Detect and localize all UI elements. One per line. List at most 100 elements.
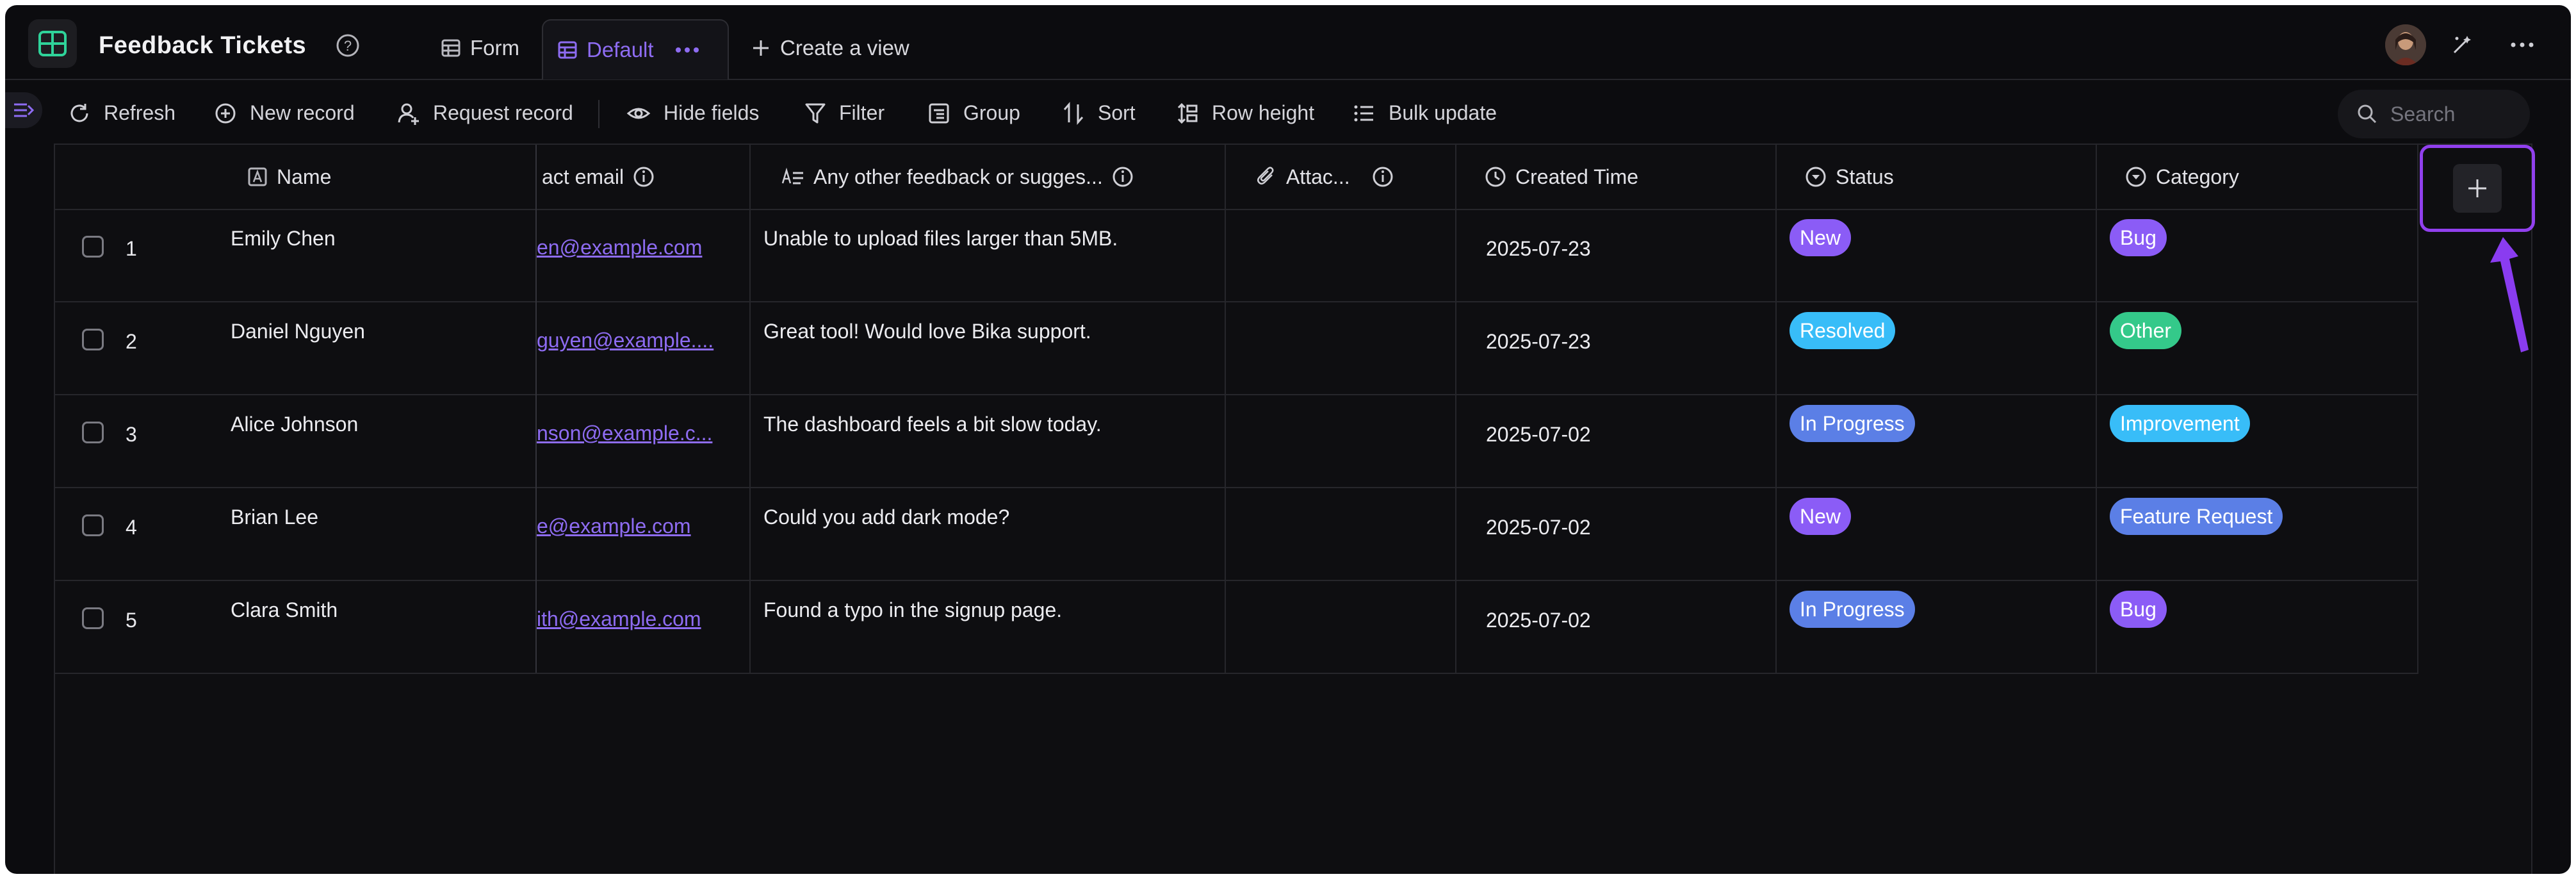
row-divider	[55, 673, 2418, 674]
status-badge[interactable]: New	[1789, 498, 1852, 535]
category-badge[interactable]: Bug	[2110, 219, 2167, 256]
sidebar-toggle-button[interactable]	[5, 92, 42, 128]
cell-created-time[interactable]: 2025-07-02	[1486, 516, 1591, 539]
row-checkbox[interactable]	[82, 329, 104, 350]
new-record-label: New record	[250, 101, 355, 124]
help-circle-icon[interactable]: ?	[336, 33, 360, 61]
pointer-arrow-icon	[2490, 237, 2529, 352]
cell-email-link[interactable]: nson@example.c...	[537, 422, 712, 445]
data-grid: Name act email Any other feedback or sug…	[54, 144, 2532, 874]
filter-label: Filter	[839, 101, 885, 124]
tab-default[interactable]: Default	[542, 19, 729, 79]
hide-fields-label: Hide fields	[664, 101, 760, 124]
search-input[interactable]: Search	[2338, 90, 2530, 138]
cell-name[interactable]: Brian Lee	[231, 505, 318, 529]
row-checkbox[interactable]	[82, 236, 104, 258]
cell-name[interactable]: Daniel Nguyen	[231, 320, 365, 343]
category-badge[interactable]: Feature Request	[2110, 498, 2283, 535]
column-header-status[interactable]: Status	[1805, 145, 1894, 209]
more-options-icon[interactable]	[2509, 33, 2535, 60]
group-button[interactable]: Group	[927, 101, 1020, 125]
cell-name[interactable]: Emily Chen	[231, 227, 336, 251]
category-badge[interactable]: Bug	[2110, 591, 2167, 628]
column-header-email[interactable]: act email	[542, 145, 655, 209]
status-badge[interactable]: New	[1789, 219, 1852, 256]
row-checkbox[interactable]	[82, 514, 104, 536]
row-number: 4	[126, 516, 137, 539]
row-checkbox[interactable]	[82, 422, 104, 443]
cell-feedback[interactable]: Unable to upload files larger than 5MB.	[763, 227, 1118, 251]
cell-created-time[interactable]: 2025-07-02	[1486, 609, 1591, 632]
paperclip-icon	[1257, 167, 1274, 185]
row-height-button[interactable]: Row height	[1176, 101, 1314, 125]
new-record-button[interactable]: New record	[214, 101, 355, 125]
row-number: 1	[126, 237, 137, 260]
status-badge[interactable]: In Progress	[1789, 405, 1915, 442]
status-badge[interactable]: Resolved	[1789, 312, 1896, 349]
cell-name[interactable]: Alice Johnson	[231, 413, 358, 436]
refresh-label: Refresh	[104, 101, 176, 124]
create-view-label: Create a view	[780, 36, 909, 60]
tab-form-label: Form	[470, 36, 519, 60]
row-divider	[55, 394, 2418, 395]
create-view-button[interactable]: Create a view	[751, 36, 909, 60]
magic-wand-icon[interactable]	[2450, 33, 2474, 60]
cell-created-time[interactable]: 2025-07-02	[1486, 423, 1591, 447]
add-column-button[interactable]	[2420, 145, 2535, 232]
column-header-feedback[interactable]: Any other feedback or sugges...	[781, 145, 1134, 209]
filter-button[interactable]: Filter	[804, 101, 884, 125]
request-record-button[interactable]: Request record	[397, 101, 573, 125]
cell-email-link[interactable]: ith@example.com	[537, 607, 701, 631]
cell-created-time[interactable]: 2025-07-23	[1486, 330, 1591, 354]
bulk-update-label: Bulk update	[1389, 101, 1497, 124]
long-text-icon	[781, 167, 803, 185]
column-header-feedback-label: Any other feedback or sugges...	[813, 165, 1103, 188]
column-divider	[1455, 145, 1456, 673]
sort-button[interactable]: Sort	[1062, 101, 1136, 125]
add-column-inner[interactable]	[2453, 164, 2502, 213]
avatar[interactable]	[2385, 24, 2426, 65]
sort-label: Sort	[1098, 101, 1136, 124]
view-options-icon[interactable]	[674, 46, 700, 54]
info-icon[interactable]	[1372, 166, 1394, 188]
column-header-attachment[interactable]: Attac...	[1257, 145, 1394, 209]
column-header-attachment-label: Attac...	[1286, 165, 1350, 188]
column-header-created-time[interactable]: Created Time	[1485, 145, 1638, 209]
cell-created-time[interactable]: 2025-07-23	[1486, 237, 1591, 261]
cell-feedback[interactable]: Found a typo in the signup page.	[763, 598, 1062, 622]
list-icon	[1354, 105, 1373, 121]
group-label: Group	[963, 101, 1020, 124]
category-badge[interactable]: Improvement	[2110, 405, 2250, 442]
column-divider	[1225, 145, 1226, 673]
cell-email-link[interactable]: en@example.com	[537, 236, 702, 259]
column-header-category[interactable]: Category	[2125, 145, 2239, 209]
column-header-name[interactable]: Name	[247, 145, 331, 209]
column-divider	[2096, 145, 2097, 673]
column-header-email-label: act email	[542, 165, 624, 188]
status-badge[interactable]: In Progress	[1789, 591, 1915, 628]
info-icon[interactable]	[633, 166, 655, 188]
row-number: 5	[126, 609, 137, 632]
toolbar-divider	[598, 100, 599, 128]
cell-email-link[interactable]: guyen@example....	[537, 329, 713, 352]
cell-feedback[interactable]: The dashboard feels a bit slow today.	[763, 413, 1102, 436]
row-height-label: Row height	[1212, 101, 1315, 124]
cell-name[interactable]: Clara Smith	[231, 598, 338, 622]
column-header-created-label: Created Time	[1515, 165, 1639, 188]
cell-email-link[interactable]: e@example.com	[537, 514, 691, 538]
plus-icon	[753, 40, 769, 56]
frozen-column-divider	[535, 145, 537, 673]
header-divider	[55, 209, 2418, 210]
column-divider	[1775, 145, 1777, 673]
tab-form[interactable]: Form	[441, 36, 519, 60]
database-logo-icon[interactable]	[28, 19, 77, 68]
row-checkbox[interactable]	[82, 607, 104, 629]
info-icon[interactable]	[1112, 166, 1134, 188]
row-divider	[55, 580, 2418, 581]
bulk-update-button[interactable]: Bulk update	[1353, 101, 1497, 125]
cell-feedback[interactable]: Great tool! Would love Bika support.	[763, 320, 1091, 343]
cell-feedback[interactable]: Could you add dark mode?	[763, 505, 1009, 529]
category-badge[interactable]: Other	[2110, 312, 2182, 349]
refresh-button[interactable]: Refresh	[68, 101, 175, 125]
hide-fields-button[interactable]: Hide fields	[626, 101, 759, 125]
